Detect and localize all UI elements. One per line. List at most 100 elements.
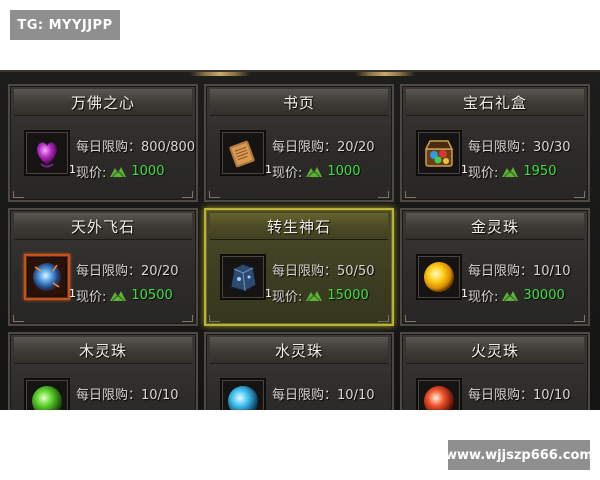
item-quantity: 1	[265, 163, 272, 176]
shop-item-card[interactable]: 书页 1 每日限购：20/20 现价: 1000	[204, 84, 394, 202]
item-slot[interactable]: 1	[24, 130, 76, 176]
limit-label: 每日限购：	[468, 388, 534, 403]
price-line: 现价: 1000	[272, 162, 360, 181]
limit-value: 30/30	[533, 140, 571, 155]
corner-decoration	[209, 315, 220, 322]
purple-heart-gem-icon	[37, 142, 57, 168]
price-label: 现价:	[76, 290, 107, 305]
item-slot[interactable]	[220, 378, 266, 410]
card-title-bar: 宝石礼盒	[406, 89, 584, 116]
price-line: 现价: 1950	[468, 162, 556, 181]
daily-limit: 每日限购：20/20	[272, 136, 374, 155]
limit-value: 800/800	[141, 140, 196, 155]
book-page-icon	[229, 140, 255, 168]
limit-label: 每日限购：	[76, 388, 142, 403]
price-label: 现价:	[272, 166, 303, 181]
limit-label: 每日限购：	[272, 264, 338, 279]
shop-item-card[interactable]: 金灵珠 1 每日限购：10/10 现价: 30000	[400, 208, 590, 326]
daily-limit: 每日限购：30/30	[468, 136, 570, 155]
price-value: 1000	[131, 164, 165, 179]
shop-item-card-selected[interactable]: 转生神石 1 每日限购：50/50 现价: 15000	[204, 208, 394, 326]
wood-spirit-orb-icon	[32, 386, 62, 410]
corner-decoration	[405, 315, 416, 322]
daily-limit: 每日限购：50/50	[272, 260, 374, 279]
currency-icon	[502, 290, 519, 301]
shop-item-card[interactable]: 水灵珠 每日限购：10/10	[204, 332, 394, 410]
watermark-bottom: www.wjjszp666.com	[445, 440, 593, 470]
meteor-stone-icon	[29, 259, 65, 295]
price-line: 现价: 1000	[76, 162, 164, 181]
shop-item-card[interactable]: 天外飞石 1 每日限购：20/20 现价: 10500	[8, 208, 198, 326]
watermark-top: TG: MYYJJPP	[10, 10, 120, 40]
corner-decoration	[574, 191, 585, 198]
frame-ornament-right	[355, 72, 415, 76]
currency-icon	[110, 166, 127, 177]
price-value: 10500	[131, 288, 173, 303]
item-slot[interactable]: 1	[220, 130, 272, 176]
corner-decoration	[182, 315, 193, 322]
fire-spirit-orb-icon	[424, 386, 454, 410]
item-name: 宝石礼盒	[462, 93, 527, 112]
limit-value: 20/20	[141, 264, 179, 279]
item-name: 天外飞石	[70, 217, 135, 236]
item-quantity: 1	[461, 163, 468, 176]
shop-item-card[interactable]: 火灵珠 每日限购：10/10	[400, 332, 590, 410]
daily-limit: 每日限购：20/20	[76, 260, 178, 279]
corner-decoration	[13, 315, 24, 322]
corner-decoration	[378, 315, 389, 322]
price-label: 现价:	[468, 290, 499, 305]
corner-decoration	[405, 191, 416, 198]
corner-decoration	[574, 315, 585, 322]
price-line: 现价: 15000	[272, 286, 369, 305]
item-name: 水灵珠	[274, 341, 323, 360]
corner-decoration	[209, 191, 220, 198]
item-name: 书页	[282, 93, 315, 112]
card-title-bar: 火灵珠	[406, 337, 584, 364]
limit-label: 每日限购：	[468, 140, 534, 155]
card-title-bar: 万佛之心	[14, 89, 192, 116]
daily-limit: 每日限购：10/10	[468, 260, 570, 279]
currency-icon	[306, 166, 323, 177]
corner-decoration	[182, 191, 193, 198]
card-title-bar: 转生神石	[210, 213, 388, 240]
currency-icon	[306, 290, 323, 301]
card-title-bar: 金灵珠	[406, 213, 584, 240]
price-label: 现价:	[468, 166, 499, 181]
limit-value: 10/10	[533, 264, 571, 279]
card-title-bar: 天外飞石	[14, 213, 192, 240]
item-quantity: 1	[461, 287, 468, 300]
price-value: 30000	[523, 288, 565, 303]
item-slot[interactable]: 1	[220, 254, 272, 300]
limit-value: 50/50	[337, 264, 375, 279]
card-title-bar: 木灵珠	[14, 337, 192, 364]
currency-icon	[110, 290, 127, 301]
gold-spirit-orb-icon	[424, 262, 454, 292]
item-slot[interactable]: 1	[24, 254, 76, 300]
item-name: 金灵珠	[470, 217, 519, 236]
daily-limit: 每日限购：10/10	[272, 384, 374, 403]
daily-limit: 每日限购：800/800	[76, 136, 195, 155]
item-name: 木灵珠	[78, 341, 127, 360]
item-name: 万佛之心	[70, 93, 135, 112]
price-line: 现价: 10500	[76, 286, 173, 305]
price-label: 现价:	[76, 166, 107, 181]
currency-icon	[502, 166, 519, 177]
item-slot[interactable]: 1	[416, 130, 468, 176]
shop-item-card[interactable]: 宝石礼盒 1 每日限购：30/30 现价: 1950	[400, 84, 590, 202]
card-title-bar: 水灵珠	[210, 337, 388, 364]
item-name: 转生神石	[266, 217, 331, 236]
item-slot[interactable]: 1	[416, 254, 468, 300]
shop-item-grid: 万佛之心 1 每日限购：800/800 现价: 1000 书页 1 每日限购：2…	[8, 84, 590, 410]
rebirth-stone-icon	[230, 263, 257, 292]
item-quantity: 1	[69, 163, 76, 176]
shop-item-card[interactable]: 木灵珠 每日限购：10/10	[8, 332, 198, 410]
frame-ornament-left	[190, 72, 250, 76]
item-slot[interactable]	[24, 378, 70, 410]
limit-value: 20/20	[337, 140, 375, 155]
limit-label: 每日限购：	[76, 140, 142, 155]
limit-value: 10/10	[337, 388, 375, 403]
water-spirit-orb-icon	[228, 386, 258, 410]
item-slot[interactable]	[416, 378, 462, 410]
shop-item-card[interactable]: 万佛之心 1 每日限购：800/800 现价: 1000	[8, 84, 198, 202]
gem-gift-box-icon	[424, 140, 454, 167]
